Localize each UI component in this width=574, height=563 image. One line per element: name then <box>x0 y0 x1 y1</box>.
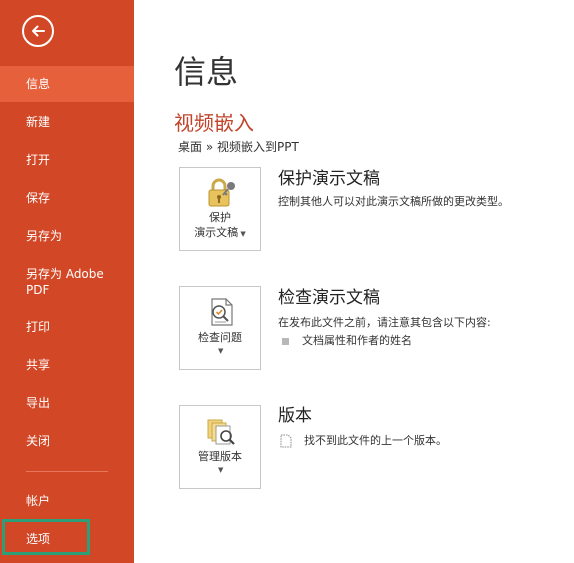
document-title: 视频嵌入 <box>174 111 254 135</box>
protect-presentation-button[interactable]: 保护 演示文稿 ▼ <box>179 167 261 251</box>
document-icon <box>280 434 292 448</box>
protect-button-label-text: 演示文稿 <box>194 226 239 239</box>
nav-item-save-as[interactable]: 另存为 <box>0 228 134 244</box>
caret-down-icon: ▼ <box>238 230 246 238</box>
nav-item-open[interactable]: 打开 <box>0 152 134 168</box>
nav-item-new[interactable]: 新建 <box>0 114 134 130</box>
nav-item-info[interactable]: 信息 <box>0 66 134 102</box>
protect-button-label-line1: 保护 <box>209 211 231 224</box>
protect-section-title: 保护演示文稿 <box>278 169 380 189</box>
lock-key-icon <box>208 178 235 207</box>
back-button[interactable] <box>22 15 54 47</box>
inspect-bullet-text: 文档属性和作者的姓名 <box>302 334 412 347</box>
inspect-section-description: 在发布此文件之前，请注意其包含以下内容: <box>278 316 491 329</box>
nav-item-export[interactable]: 导出 <box>0 395 134 411</box>
nav-item-account[interactable]: 帐户 <box>0 493 134 509</box>
check-issues-button-label: 检查问题 <box>198 331 242 344</box>
nav-item-share[interactable]: 共享 <box>0 357 134 373</box>
caret-down-icon: ▼ <box>218 347 224 355</box>
nav-item-save[interactable]: 保存 <box>0 190 134 206</box>
protect-button-label-line2: 演示文稿 ▼ <box>180 225 260 242</box>
manage-versions-icon <box>207 419 235 445</box>
options-highlight-box <box>2 519 90 555</box>
nav-item-save-as-pdf[interactable]: 另存为 Adobe PDF <box>0 266 124 298</box>
back-arrow-icon <box>32 25 45 37</box>
manage-versions-button[interactable]: 管理版本 ▼ <box>179 405 261 489</box>
nav-item-close[interactable]: 关闭 <box>0 433 134 449</box>
versions-section-title: 版本 <box>278 406 312 426</box>
bullet-square-icon <box>282 338 289 345</box>
inspect-document-icon <box>211 298 233 326</box>
backstage-sidebar: 信息 新建 打开 保存 另存为 另存为 Adobe PDF 打印 共享 导出 关… <box>0 0 134 563</box>
check-issues-button[interactable]: 检查问题 ▼ <box>179 286 261 370</box>
inspect-section-title: 检查演示文稿 <box>278 288 380 308</box>
page-title: 信息 <box>174 53 239 91</box>
nav-item-print[interactable]: 打印 <box>0 319 134 335</box>
manage-versions-button-label: 管理版本 <box>198 450 242 463</box>
caret-down-icon: ▼ <box>218 466 224 474</box>
protect-section-description: 控制其他人可以对此演示文稿所做的更改类型。 <box>278 195 509 208</box>
nav-separator <box>26 471 108 472</box>
breadcrumb[interactable]: 桌面 » 视频嵌入到PPT <box>178 138 299 156</box>
versions-section-description: 找不到此文件的上一个版本。 <box>304 434 447 447</box>
